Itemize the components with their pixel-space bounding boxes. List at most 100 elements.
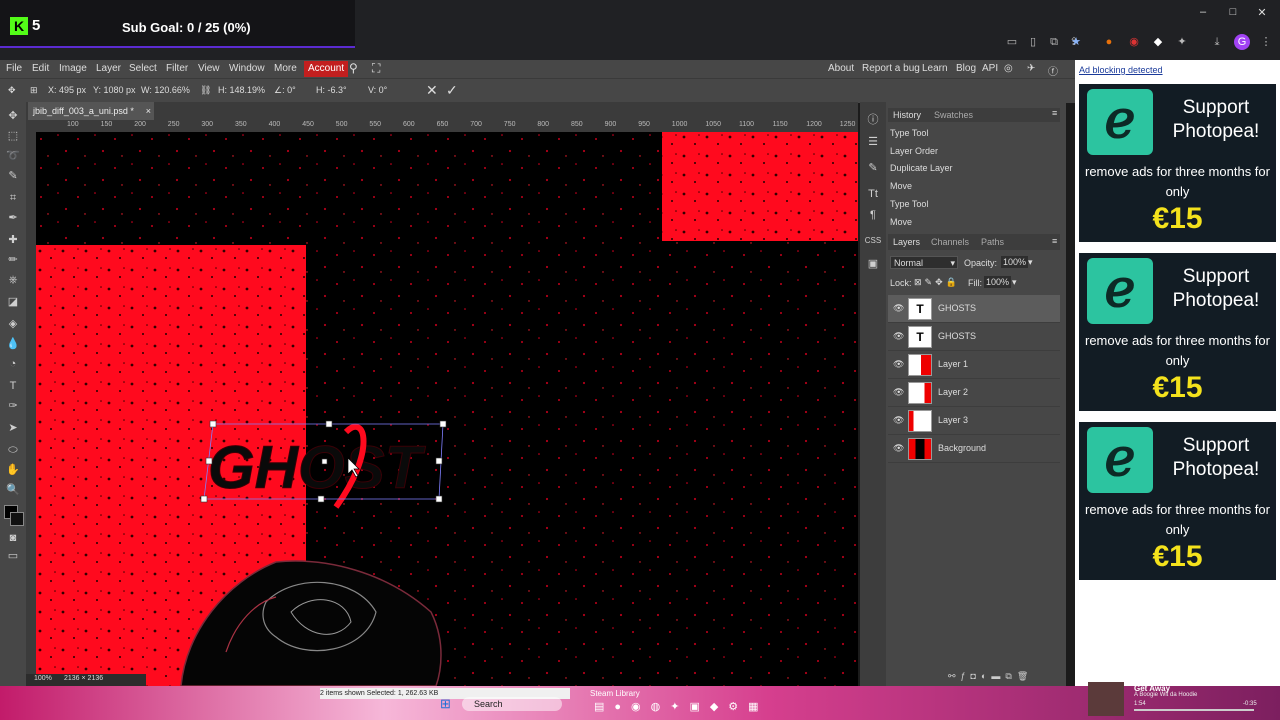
history-item[interactable]: Layer Order	[890, 146, 938, 156]
panel-menu-icon[interactable]: ≡	[1052, 108, 1057, 118]
menu-view[interactable]: View	[198, 63, 220, 74]
eye-icon[interactable]: 👁	[893, 331, 904, 342]
lasso-tool-icon[interactable]: ➰	[4, 148, 22, 164]
reddit-icon[interactable]: ◎	[1004, 63, 1013, 74]
layer-actions-icons[interactable]: ⚯ƒ◘◐▬⧉🗑	[948, 671, 1033, 682]
menu-layer[interactable]: Layer	[96, 63, 121, 74]
pen-tool-icon[interactable]: ✑	[4, 398, 22, 414]
document-tab[interactable]: jbib_diff_003_a_uni.psd * ×	[28, 102, 154, 120]
tab-history[interactable]: History	[893, 110, 921, 120]
lock-options-icon[interactable]: ⊠✎✥🔒	[914, 277, 960, 288]
profile-avatar[interactable]: G	[1234, 34, 1250, 50]
bookmark-icon[interactable]: ▭	[1004, 34, 1020, 50]
type-tool-icon[interactable]: T	[4, 378, 22, 394]
eye-icon[interactable]: 👁	[893, 415, 904, 426]
history-item[interactable]: Move	[890, 217, 912, 227]
layer-row[interactable]: 👁 Layer 2	[888, 379, 1060, 407]
height-field[interactable]: H: 148.19%	[218, 85, 265, 95]
eye-icon[interactable]: 👁	[893, 303, 904, 314]
layer-row[interactable]: 👁 Layer 3	[888, 407, 1060, 435]
menu-select[interactable]: Select	[129, 63, 157, 74]
puzzle-icon[interactable]: ✦	[1174, 34, 1190, 50]
layer-row[interactable]: 👁 T GHOSTS	[888, 323, 1060, 351]
tab-paths[interactable]: Paths	[981, 237, 1004, 247]
screenshot-icon[interactable]: ⧉	[1046, 34, 1062, 50]
path-select-tool-icon[interactable]: ➤	[4, 420, 22, 436]
cancel-transform-icon[interactable]: ✕	[426, 82, 438, 99]
fill-tool-icon[interactable]: ◈	[4, 316, 22, 332]
opacity-input[interactable]: 100%	[1001, 256, 1029, 268]
link-about[interactable]: About	[828, 63, 854, 74]
history-item[interactable]: Move	[890, 181, 912, 191]
steam-library-label[interactable]: Steam Library	[590, 689, 640, 698]
download-icon[interactable]: ⤓	[1209, 34, 1225, 50]
chevron-down-icon[interactable]: ▾	[1012, 277, 1017, 288]
windows-start-icon[interactable]: ⊞	[440, 696, 456, 711]
link-report-bug[interactable]: Report a bug	[862, 63, 920, 74]
crop-tool-icon[interactable]: ⌗	[4, 190, 22, 206]
quick-select-tool-icon[interactable]: ✎	[4, 168, 22, 184]
account-button[interactable]: Account	[304, 61, 349, 77]
eyedropper-tool-icon[interactable]: ✒	[4, 210, 22, 226]
healing-tool-icon[interactable]: ✚	[4, 232, 22, 248]
chevron-down-icon[interactable]: ▾	[1028, 257, 1033, 268]
y-field[interactable]: Y: 1080 px	[93, 85, 136, 95]
history-item[interactable]: Type Tool	[890, 199, 928, 209]
menu-edit[interactable]: Edit	[32, 63, 49, 74]
angle-field[interactable]: ∠: 0°	[274, 85, 296, 96]
close-tab-icon[interactable]: ×	[146, 102, 151, 120]
layer-row[interactable]: 👁 T GHOSTS	[888, 295, 1060, 323]
twitter-icon[interactable]: ✈	[1027, 63, 1035, 74]
maximize-button[interactable]: □	[1223, 6, 1243, 22]
extension-icon[interactable]: ◆	[1150, 34, 1166, 50]
panel-menu-icon[interactable]: ≡	[1052, 236, 1057, 246]
eye-icon[interactable]: 👁	[893, 443, 904, 454]
facebook-icon[interactable]: ⓕ	[1048, 63, 1058, 78]
dodge-tool-icon[interactable]: ◔	[4, 356, 22, 372]
zoom-level[interactable]: 100%	[34, 675, 52, 682]
search-icon[interactable]: ⚲	[349, 61, 358, 75]
adjustments-icon[interactable]: ☰	[864, 134, 882, 150]
hand-tool-icon[interactable]: ✋	[4, 462, 22, 478]
character-icon[interactable]: Tt	[864, 186, 882, 202]
extension-icon[interactable]: ◉	[1126, 34, 1142, 50]
blur-tool-icon[interactable]: 💧	[4, 336, 22, 352]
fill-input[interactable]: 100%	[984, 276, 1012, 288]
image-icon[interactable]: ▣	[864, 256, 882, 272]
history-item[interactable]: Type Tool	[890, 128, 928, 138]
menu-dots-icon[interactable]: ⋮	[1258, 34, 1274, 50]
menu-more[interactable]: More	[274, 63, 297, 74]
tab-swatches[interactable]: Swatches	[934, 110, 973, 120]
ad-banner[interactable]: ℯ Support Photopea! remove ads for three…	[1079, 422, 1276, 580]
document-canvas[interactable]: GHOST	[36, 132, 858, 686]
minimize-button[interactable]: –	[1193, 6, 1213, 22]
layer-row[interactable]: 👁 Background	[888, 435, 1060, 463]
ad-banner[interactable]: ℯ Support Photopea! remove ads for three…	[1079, 84, 1276, 242]
ad-block-notice[interactable]: Ad blocking detected	[1079, 65, 1163, 75]
link-api[interactable]: API	[982, 63, 998, 74]
brush-tool-icon[interactable]: ✏	[4, 252, 22, 268]
link-icon[interactable]: ⛓	[200, 85, 211, 96]
close-window-button[interactable]: ✕	[1252, 6, 1272, 22]
eraser-tool-icon[interactable]: ◪	[4, 294, 22, 310]
reference-point-icon[interactable]: ⊞	[30, 85, 38, 96]
ad-banner[interactable]: ℯ Support Photopea! remove ads for three…	[1079, 253, 1276, 411]
x-field[interactable]: X: 495 px	[48, 85, 86, 95]
width-field[interactable]: W: 120.66%	[141, 85, 190, 95]
blend-mode-select[interactable]: Normal ▾	[890, 256, 958, 269]
star-icon[interactable]: ★	[1068, 34, 1084, 50]
layer-row[interactable]: 👁 Layer 1	[888, 351, 1060, 379]
shape-tool-icon[interactable]: ⬭	[4, 442, 22, 458]
brush-settings-icon[interactable]: ✎	[864, 160, 882, 176]
extension-icon[interactable]: ●	[1101, 34, 1117, 50]
info-icon[interactable]: ⓘ	[864, 112, 882, 128]
background-color-swatch[interactable]	[10, 512, 24, 526]
move-tool-icon[interactable]: ✥	[8, 85, 16, 96]
page-icon[interactable]: ▯	[1025, 34, 1041, 50]
menu-file[interactable]: File	[6, 63, 22, 74]
taskbar-app-icons[interactable]: ▤●◉◍✦▣◆⚙▦	[594, 700, 769, 713]
skew-h-field[interactable]: H: -6.3°	[316, 85, 347, 95]
media-progress-bar[interactable]	[1134, 709, 1254, 711]
link-blog[interactable]: Blog	[956, 63, 976, 74]
menu-filter[interactable]: Filter	[166, 63, 188, 74]
